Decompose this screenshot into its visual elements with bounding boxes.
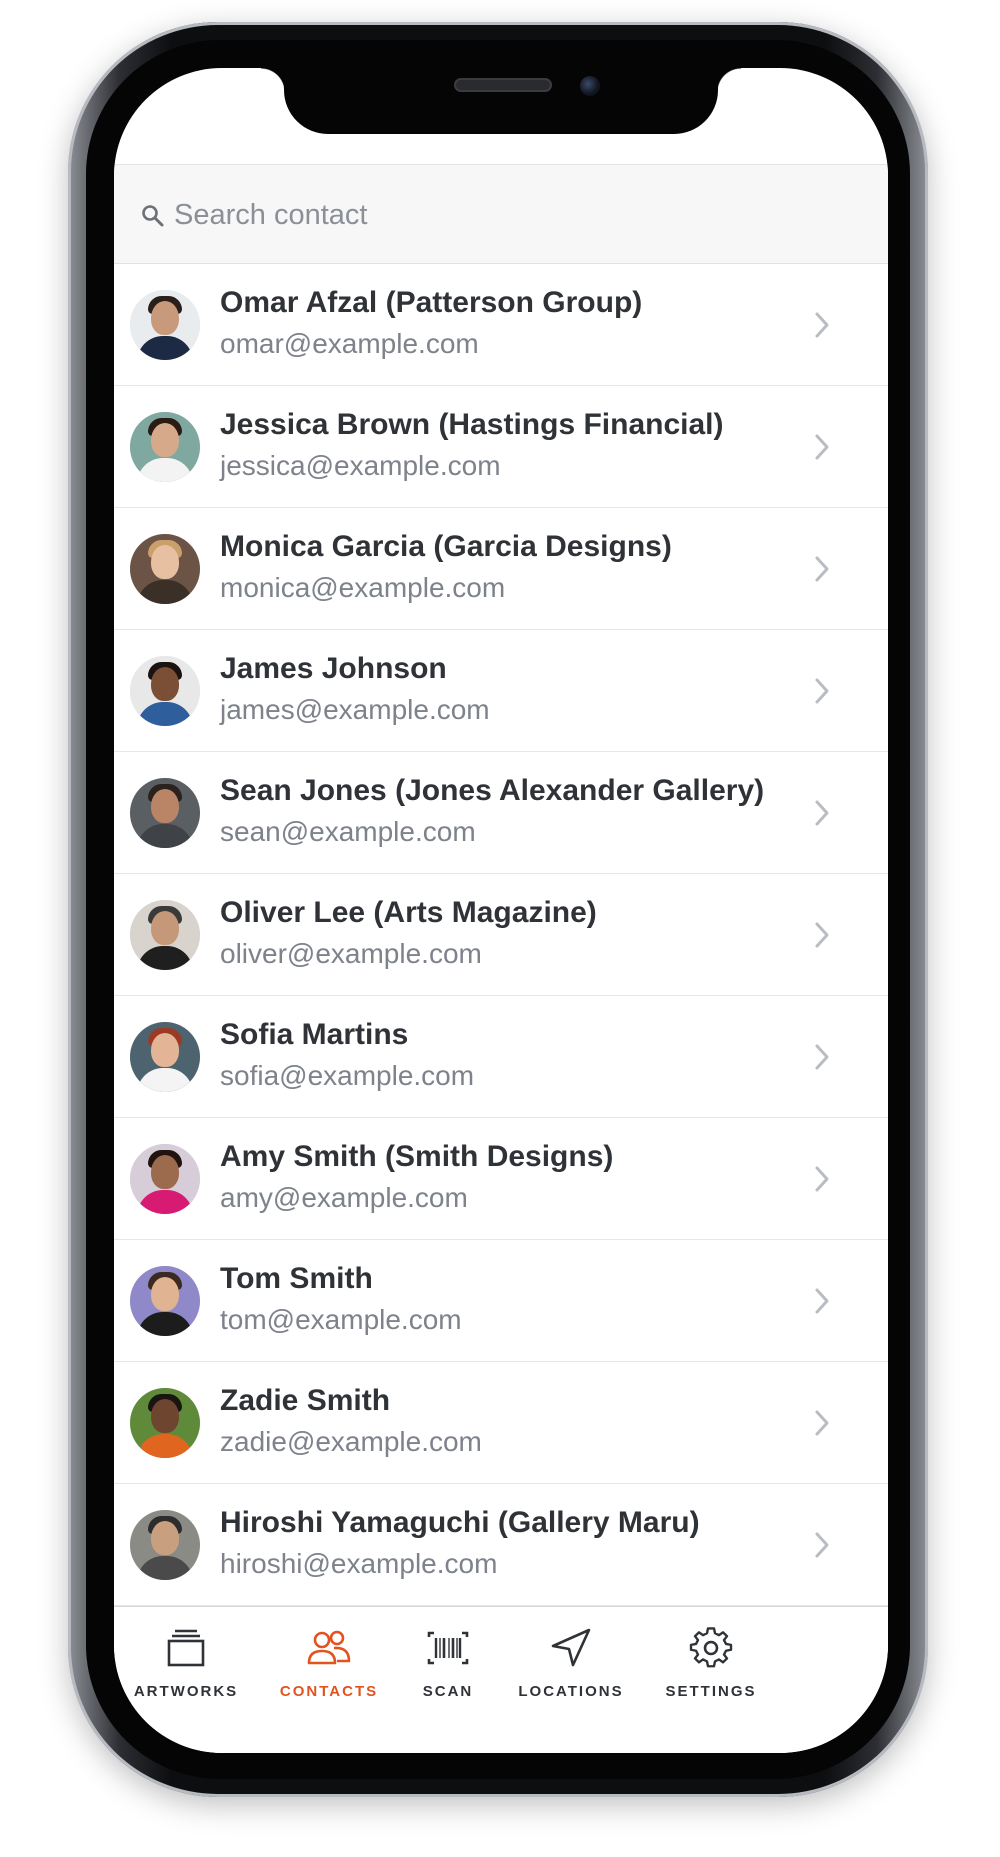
contacts-icon [307, 1630, 351, 1665]
contact-email: amy@example.com [220, 1182, 468, 1213]
contact-name: Amy Smith (Smith Designs) [220, 1140, 614, 1173]
contact-row[interactable]: Hiroshi Yamaguchi (Gallery Maru) hiroshi… [114, 1484, 888, 1606]
tab-locations[interactable]: LOCATIONS [496, 1627, 646, 1717]
chevron-right-icon [815, 1532, 829, 1558]
tab-settings[interactable]: SETTINGS [636, 1627, 786, 1717]
navigation-arrow-icon [551, 1628, 591, 1667]
contact-email: zadie@example.com [220, 1426, 482, 1457]
avatar [130, 900, 200, 970]
chevron-right-icon [815, 1166, 829, 1192]
avatar [130, 1266, 200, 1336]
contact-row[interactable]: Sean Jones (Jones Alexander Gallery) sea… [114, 752, 888, 874]
chevron-right-icon [815, 312, 829, 338]
barcode-icon [427, 1631, 469, 1665]
contact-name: Jessica Brown (Hastings Financial) [220, 408, 724, 441]
contact-name: Oliver Lee (Arts Magazine) [220, 896, 597, 929]
chevron-right-icon [815, 556, 829, 582]
avatar [130, 1144, 200, 1214]
contact-row[interactable]: Amy Smith (Smith Designs) amy@example.co… [114, 1118, 888, 1240]
chevron-right-icon [815, 678, 829, 704]
contact-email: sean@example.com [220, 816, 476, 847]
contact-name: Omar Afzal (Patterson Group) [220, 286, 643, 319]
gear-icon [689, 1627, 733, 1668]
chevron-right-icon [815, 922, 829, 948]
avatar [130, 534, 200, 604]
phone-screen: Omar Afzal (Patterson Group) omar@exampl… [114, 68, 888, 1753]
contact-row[interactable]: James Johnson james@example.com [114, 630, 888, 752]
contact-email: hiroshi@example.com [220, 1548, 498, 1579]
search-icon [142, 205, 164, 227]
contact-email: oliver@example.com [220, 938, 482, 969]
contact-row[interactable]: Jessica Brown (Hastings Financial) jessi… [114, 386, 888, 508]
front-camera [580, 76, 600, 96]
avatar [130, 412, 200, 482]
contact-name: Sofia Martins [220, 1018, 409, 1051]
contact-row[interactable]: Zadie Smith zadie@example.com [114, 1362, 888, 1484]
contact-name: James Johnson [220, 652, 447, 685]
contact-name: Tom Smith [220, 1262, 373, 1295]
search-bar[interactable] [114, 164, 888, 264]
contact-name: Hiroshi Yamaguchi (Gallery Maru) [220, 1506, 700, 1539]
contact-email: tom@example.com [220, 1304, 462, 1335]
contact-row[interactable]: Sofia Martins sofia@example.com [114, 996, 888, 1118]
contact-email: omar@example.com [220, 328, 479, 359]
contact-name: Sean Jones (Jones Alexander Gallery) [220, 774, 765, 807]
earpiece-speaker [454, 78, 552, 92]
chevron-right-icon [815, 1410, 829, 1436]
contact-row[interactable]: Oliver Lee (Arts Magazine) oliver@exampl… [114, 874, 888, 996]
avatar [130, 1388, 200, 1458]
contact-list: Omar Afzal (Patterson Group) omar@exampl… [114, 264, 888, 1606]
contact-email: monica@example.com [220, 572, 506, 603]
avatar [130, 778, 200, 848]
notch [261, 68, 741, 134]
avatar [130, 1022, 200, 1092]
chevron-right-icon [815, 1288, 829, 1314]
chevron-right-icon [815, 434, 829, 460]
tab-artworks[interactable]: ARTWORKS [114, 1627, 261, 1717]
avatar [130, 1510, 200, 1580]
avatar [130, 290, 200, 360]
contact-name: Zadie Smith [220, 1384, 391, 1417]
tab-label: LOCATIONS [518, 1683, 624, 1700]
contact-row[interactable]: Tom Smith tom@example.com [114, 1240, 888, 1362]
avatar [130, 656, 200, 726]
contact-row[interactable]: Omar Afzal (Patterson Group) omar@exampl… [114, 264, 888, 386]
artworks-icon [167, 1629, 205, 1667]
chevron-right-icon [815, 800, 829, 826]
tab-label: SETTINGS [665, 1683, 757, 1700]
contact-email: james@example.com [220, 694, 490, 725]
search-input[interactable] [174, 193, 774, 237]
chevron-right-icon [815, 1044, 829, 1070]
contact-row[interactable]: Monica Garcia (Garcia Designs) monica@ex… [114, 508, 888, 630]
contact-email: jessica@example.com [220, 450, 501, 481]
contact-email: sofia@example.com [220, 1060, 475, 1091]
bottom-tab-bar: ARTWORKS CONTACTS SCAN LOCATIONS SETTING… [114, 1606, 888, 1753]
contact-name: Monica Garcia (Garcia Designs) [220, 530, 672, 563]
tab-label: ARTWORKS [133, 1683, 239, 1700]
